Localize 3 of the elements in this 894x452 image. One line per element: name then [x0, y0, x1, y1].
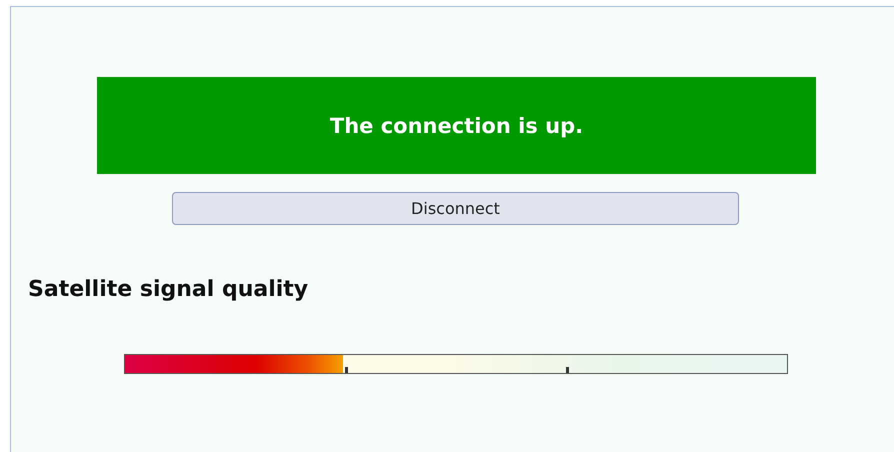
section-heading: Satellite signal quality	[28, 277, 310, 302]
status-banner: The connection is up.	[97, 77, 816, 174]
disconnect-button[interactable]: Disconnect	[172, 192, 739, 225]
